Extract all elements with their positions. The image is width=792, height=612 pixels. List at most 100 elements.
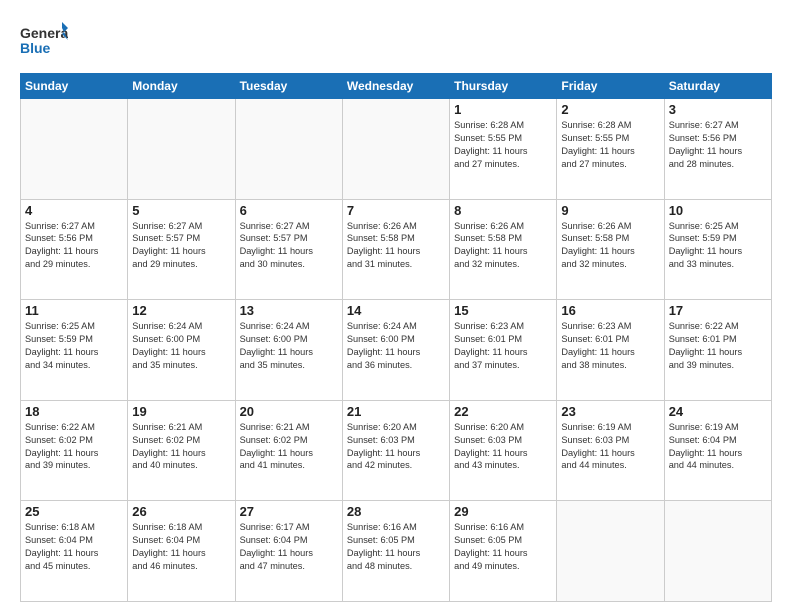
page: General Blue SundayMondayTuesdayWednesda… bbox=[0, 0, 792, 612]
svg-text:Blue: Blue bbox=[20, 40, 51, 56]
week-row-4: 25 Sunrise: 6:18 AM Sunset: 6:04 PM Dayli… bbox=[21, 501, 772, 602]
day-info: Sunrise: 6:21 AM Sunset: 6:02 PM Dayligh… bbox=[240, 421, 338, 473]
day-info: Sunrise: 6:22 AM Sunset: 6:01 PM Dayligh… bbox=[669, 320, 767, 372]
day-number: 28 bbox=[347, 504, 445, 519]
day-info: Sunrise: 6:19 AM Sunset: 6:04 PM Dayligh… bbox=[669, 421, 767, 473]
day-info: Sunrise: 6:24 AM Sunset: 6:00 PM Dayligh… bbox=[132, 320, 230, 372]
day-number: 4 bbox=[25, 203, 123, 218]
calendar-cell bbox=[235, 99, 342, 200]
calendar-cell bbox=[21, 99, 128, 200]
day-info: Sunrise: 6:17 AM Sunset: 6:04 PM Dayligh… bbox=[240, 521, 338, 573]
day-number: 22 bbox=[454, 404, 552, 419]
day-info: Sunrise: 6:26 AM Sunset: 5:58 PM Dayligh… bbox=[347, 220, 445, 272]
day-number: 11 bbox=[25, 303, 123, 318]
svg-text:General: General bbox=[20, 25, 68, 41]
calendar-cell: 20 Sunrise: 6:21 AM Sunset: 6:02 PM Dayli… bbox=[235, 400, 342, 501]
day-info: Sunrise: 6:27 AM Sunset: 5:57 PM Dayligh… bbox=[132, 220, 230, 272]
header-cell-saturday: Saturday bbox=[664, 74, 771, 99]
week-row-2: 11 Sunrise: 6:25 AM Sunset: 5:59 PM Dayli… bbox=[21, 300, 772, 401]
calendar-cell: 16Sunrise: 6:23 AM Sunset: 6:01 PM Dayli… bbox=[557, 300, 664, 401]
week-row-1: 4Sunrise: 6:27 AM Sunset: 5:56 PM Daylig… bbox=[21, 199, 772, 300]
day-number: 6 bbox=[240, 203, 338, 218]
day-info: Sunrise: 6:27 AM Sunset: 5:56 PM Dayligh… bbox=[669, 119, 767, 171]
logo-icon: General Blue bbox=[20, 20, 68, 60]
header-cell-thursday: Thursday bbox=[450, 74, 557, 99]
day-number: 20 bbox=[240, 404, 338, 419]
day-info: Sunrise: 6:21 AM Sunset: 6:02 PM Dayligh… bbox=[132, 421, 230, 473]
calendar-cell bbox=[664, 501, 771, 602]
calendar-cell: 29 Sunrise: 6:16 AM Sunset: 6:05 PM Dayli… bbox=[450, 501, 557, 602]
day-number: 25 bbox=[25, 504, 123, 519]
day-info: Sunrise: 6:19 AM Sunset: 6:03 PM Dayligh… bbox=[561, 421, 659, 473]
header: General Blue bbox=[20, 16, 772, 65]
day-info: Sunrise: 6:28 AM Sunset: 5:55 PM Dayligh… bbox=[561, 119, 659, 171]
day-number: 27 bbox=[240, 504, 338, 519]
header-cell-monday: Monday bbox=[128, 74, 235, 99]
day-info: Sunrise: 6:22 AM Sunset: 6:02 PM Dayligh… bbox=[25, 421, 123, 473]
day-number: 18 bbox=[25, 404, 123, 419]
calendar-cell: 5Sunrise: 6:27 AM Sunset: 5:57 PM Daylig… bbox=[128, 199, 235, 300]
calendar-cell: 13 Sunrise: 6:24 AM Sunset: 6:00 PM Dayli… bbox=[235, 300, 342, 401]
calendar-cell: 24 Sunrise: 6:19 AM Sunset: 6:04 PM Dayli… bbox=[664, 400, 771, 501]
calendar-cell: 3 Sunrise: 6:27 AM Sunset: 5:56 PM Daylig… bbox=[664, 99, 771, 200]
calendar-cell: 9 Sunrise: 6:26 AM Sunset: 5:58 PM Daylig… bbox=[557, 199, 664, 300]
day-info: Sunrise: 6:23 AM Sunset: 6:01 PM Dayligh… bbox=[454, 320, 552, 372]
header-cell-sunday: Sunday bbox=[21, 74, 128, 99]
calendar-cell: 22 Sunrise: 6:20 AM Sunset: 6:03 PM Dayli… bbox=[450, 400, 557, 501]
calendar-cell bbox=[128, 99, 235, 200]
day-info: Sunrise: 6:27 AM Sunset: 5:57 PM Dayligh… bbox=[240, 220, 338, 272]
calendar-cell: 27 Sunrise: 6:17 AM Sunset: 6:04 PM Dayli… bbox=[235, 501, 342, 602]
day-number: 15 bbox=[454, 303, 552, 318]
day-number: 21 bbox=[347, 404, 445, 419]
calendar-cell: 8 Sunrise: 6:26 AM Sunset: 5:58 PM Daylig… bbox=[450, 199, 557, 300]
day-info: Sunrise: 6:24 AM Sunset: 6:00 PM Dayligh… bbox=[240, 320, 338, 372]
day-number: 14 bbox=[347, 303, 445, 318]
logo: General Blue bbox=[20, 20, 68, 65]
calendar-cell: 28Sunrise: 6:16 AM Sunset: 6:05 PM Dayli… bbox=[342, 501, 449, 602]
calendar-cell: 11 Sunrise: 6:25 AM Sunset: 5:59 PM Dayli… bbox=[21, 300, 128, 401]
calendar-cell: 18 Sunrise: 6:22 AM Sunset: 6:02 PM Dayli… bbox=[21, 400, 128, 501]
calendar-cell: 4Sunrise: 6:27 AM Sunset: 5:56 PM Daylig… bbox=[21, 199, 128, 300]
day-number: 26 bbox=[132, 504, 230, 519]
calendar-cell: 7 Sunrise: 6:26 AM Sunset: 5:58 PM Daylig… bbox=[342, 199, 449, 300]
header-cell-wednesday: Wednesday bbox=[342, 74, 449, 99]
calendar-cell: 1 Sunrise: 6:28 AM Sunset: 5:55 PM Daylig… bbox=[450, 99, 557, 200]
day-number: 9 bbox=[561, 203, 659, 218]
day-number: 12 bbox=[132, 303, 230, 318]
calendar-cell: 15 Sunrise: 6:23 AM Sunset: 6:01 PM Dayli… bbox=[450, 300, 557, 401]
day-number: 29 bbox=[454, 504, 552, 519]
week-row-3: 18 Sunrise: 6:22 AM Sunset: 6:02 PM Dayli… bbox=[21, 400, 772, 501]
day-number: 2 bbox=[561, 102, 659, 117]
day-number: 1 bbox=[454, 102, 552, 117]
day-number: 13 bbox=[240, 303, 338, 318]
day-info: Sunrise: 6:20 AM Sunset: 6:03 PM Dayligh… bbox=[347, 421, 445, 473]
day-number: 24 bbox=[669, 404, 767, 419]
header-cell-tuesday: Tuesday bbox=[235, 74, 342, 99]
day-number: 3 bbox=[669, 102, 767, 117]
calendar-cell bbox=[342, 99, 449, 200]
day-info: Sunrise: 6:18 AM Sunset: 6:04 PM Dayligh… bbox=[25, 521, 123, 573]
calendar-cell: 12 Sunrise: 6:24 AM Sunset: 6:00 PM Dayli… bbox=[128, 300, 235, 401]
calendar-cell: 26Sunrise: 6:18 AM Sunset: 6:04 PM Dayli… bbox=[128, 501, 235, 602]
day-info: Sunrise: 6:25 AM Sunset: 5:59 PM Dayligh… bbox=[25, 320, 123, 372]
day-info: Sunrise: 6:20 AM Sunset: 6:03 PM Dayligh… bbox=[454, 421, 552, 473]
day-number: 19 bbox=[132, 404, 230, 419]
calendar-cell: 23Sunrise: 6:19 AM Sunset: 6:03 PM Dayli… bbox=[557, 400, 664, 501]
header-cell-friday: Friday bbox=[557, 74, 664, 99]
day-info: Sunrise: 6:26 AM Sunset: 5:58 PM Dayligh… bbox=[561, 220, 659, 272]
calendar-table: SundayMondayTuesdayWednesdayThursdayFrid… bbox=[20, 73, 772, 602]
day-info: Sunrise: 6:23 AM Sunset: 6:01 PM Dayligh… bbox=[561, 320, 659, 372]
calendar-cell: 6 Sunrise: 6:27 AM Sunset: 5:57 PM Daylig… bbox=[235, 199, 342, 300]
day-info: Sunrise: 6:26 AM Sunset: 5:58 PM Dayligh… bbox=[454, 220, 552, 272]
day-info: Sunrise: 6:16 AM Sunset: 6:05 PM Dayligh… bbox=[454, 521, 552, 573]
day-info: Sunrise: 6:28 AM Sunset: 5:55 PM Dayligh… bbox=[454, 119, 552, 171]
day-number: 8 bbox=[454, 203, 552, 218]
day-info: Sunrise: 6:24 AM Sunset: 6:00 PM Dayligh… bbox=[347, 320, 445, 372]
calendar-cell bbox=[557, 501, 664, 602]
week-row-0: 1 Sunrise: 6:28 AM Sunset: 5:55 PM Daylig… bbox=[21, 99, 772, 200]
day-number: 7 bbox=[347, 203, 445, 218]
header-row: SundayMondayTuesdayWednesdayThursdayFrid… bbox=[21, 74, 772, 99]
calendar-cell: 19 Sunrise: 6:21 AM Sunset: 6:02 PM Dayli… bbox=[128, 400, 235, 501]
day-info: Sunrise: 6:25 AM Sunset: 5:59 PM Dayligh… bbox=[669, 220, 767, 272]
calendar-cell: 25 Sunrise: 6:18 AM Sunset: 6:04 PM Dayli… bbox=[21, 501, 128, 602]
